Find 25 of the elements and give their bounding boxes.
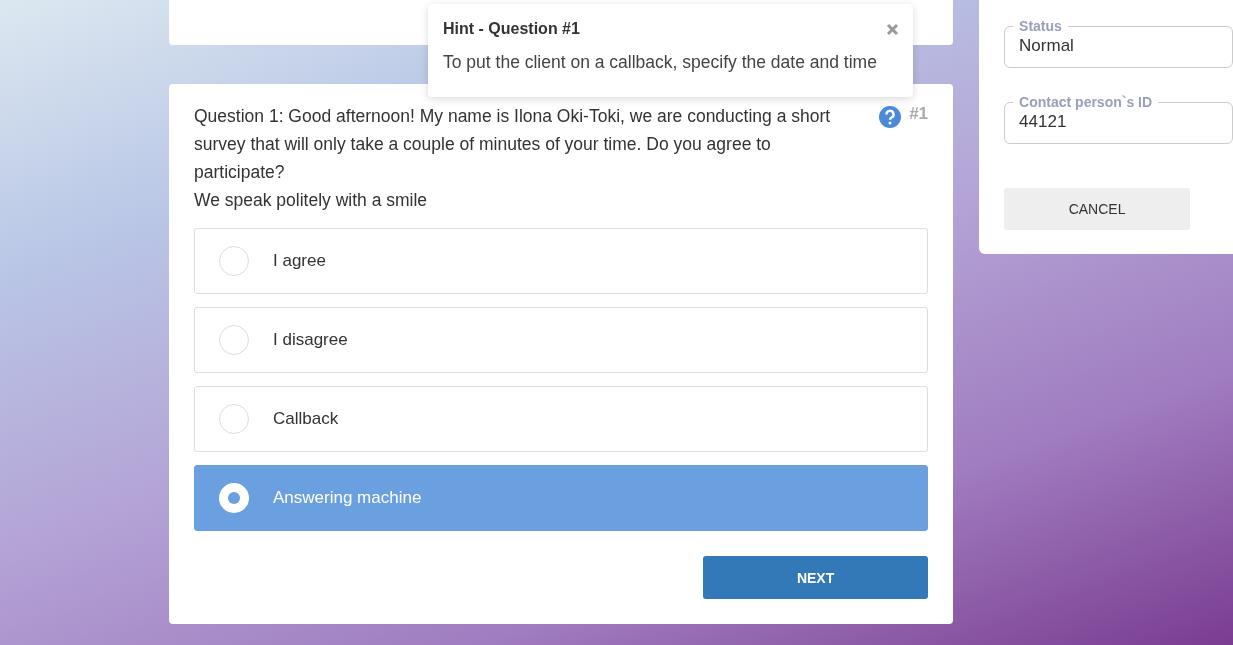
radio-button[interactable] [219, 404, 249, 434]
question-text: Question 1: Good afternoon! My name is Ilona Oki-Toki, we are conducting a short survey that will only take a couple of minutes of your time. Do you agree to participate? [194, 105, 832, 184]
next-button[interactable]: NEXT [703, 556, 929, 599]
answer-label: I agree [273, 251, 326, 271]
answer-option[interactable]: I agree [194, 228, 929, 294]
hint-title: Hint - Question #1 [443, 20, 580, 38]
field-label: Status [1018, 18, 1063, 34]
text-field[interactable]: Status Normal [1004, 18, 1233, 68]
answer-label: Callback [273, 409, 339, 429]
close-icon[interactable] [886, 22, 899, 36]
field-value: 44121 [1019, 112, 1068, 132]
hint-text: To put the client on a callback, specify the date and time [443, 52, 878, 73]
question-number: #1 [909, 104, 929, 124]
question-note: We speak politely with a smile [194, 189, 429, 212]
answer-option[interactable]: Callback [194, 386, 929, 452]
help-icon[interactable] [879, 106, 902, 128]
radio-button[interactable] [219, 246, 249, 276]
answer-label: Answering machine [273, 488, 422, 508]
radio-button[interactable] [219, 325, 249, 355]
answer-label: I disagree [273, 330, 348, 350]
text-field[interactable]: Contact person`s ID 44121 [1004, 94, 1233, 144]
field-label: Contact person`s ID [1018, 94, 1154, 110]
cancel-button[interactable]: CANCEL [1004, 188, 1191, 230]
answer-option[interactable]: I disagree [194, 307, 929, 373]
field-value: Normal [1019, 36, 1075, 56]
